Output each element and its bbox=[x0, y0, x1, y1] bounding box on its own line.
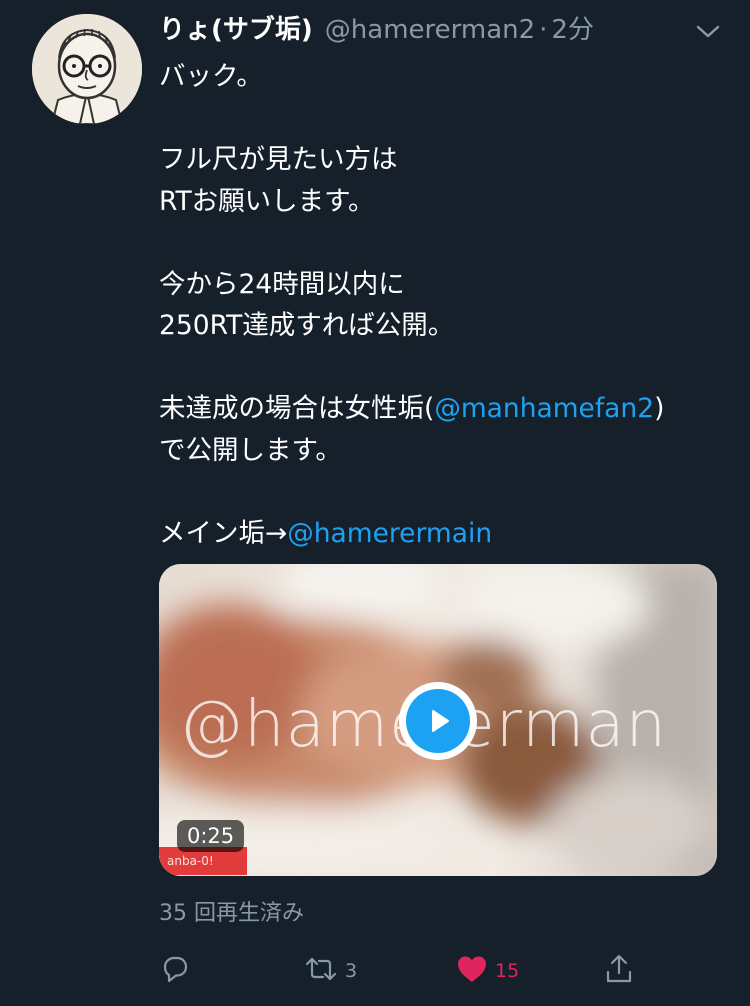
tweet-line: バック。 bbox=[159, 61, 263, 92]
retweet-button[interactable]: 3 bbox=[303, 950, 357, 992]
reply-button[interactable] bbox=[159, 950, 191, 992]
play-button[interactable] bbox=[399, 682, 477, 760]
like-count: 15 bbox=[495, 960, 520, 982]
share-icon bbox=[603, 953, 635, 989]
retweet-count: 3 bbox=[345, 960, 358, 982]
video-duration-badge: 0:25 bbox=[177, 820, 245, 852]
play-icon bbox=[406, 689, 470, 753]
tweet-line: 未達成の場合は女性垢(@manhamefan2) bbox=[159, 388, 729, 430]
timestamp[interactable]: 2分 bbox=[551, 12, 594, 48]
reply-icon bbox=[159, 953, 191, 989]
mention-link-hamerermain[interactable]: @hamerermain bbox=[287, 518, 492, 549]
tweet-line: 今から24時間以内に bbox=[159, 268, 405, 300]
share-button[interactable] bbox=[603, 950, 635, 992]
tweet-header: りょ(サブ垢) @hamererman2 · 2分 bbox=[159, 12, 594, 48]
tweet-line: 250RT達成すれば公開。 bbox=[159, 310, 455, 341]
tweet-actions: 3 15 bbox=[159, 950, 649, 992]
heart-icon bbox=[455, 953, 489, 989]
video-player[interactable]: @hamererman anba-0! 0:25 bbox=[159, 564, 717, 876]
tweet-line-text: 未達成の場合は女性垢( bbox=[159, 393, 435, 424]
display-name[interactable]: りょ(サブ垢) bbox=[159, 12, 313, 48]
tweet-line: メイン垢→@hamerermain bbox=[159, 513, 729, 555]
tweet-text: バック。 フル尺が見たい方は RTお願いします。 今から24時間以内に 250R… bbox=[159, 56, 729, 554]
avatar[interactable] bbox=[32, 14, 142, 124]
tweet-line: RTお願いします。 bbox=[159, 185, 375, 217]
view-count: 35 回再生済み bbox=[159, 901, 304, 926]
more-options-chevron-down-icon[interactable] bbox=[692, 20, 724, 44]
tweet-line-text: ) bbox=[654, 393, 665, 424]
retweet-icon bbox=[303, 953, 339, 989]
tweet-line: フル尺が見たい方は bbox=[159, 144, 398, 175]
tweet-line: で公開します。 bbox=[159, 434, 342, 466]
like-button[interactable]: 15 bbox=[455, 950, 519, 992]
mention-link-manhamefan2[interactable]: @manhamefan2 bbox=[434, 393, 654, 424]
header-separator: · bbox=[539, 15, 548, 45]
user-handle[interactable]: @hamererman2 bbox=[325, 12, 535, 48]
tweet-line-text: メイン垢→ bbox=[159, 517, 288, 549]
